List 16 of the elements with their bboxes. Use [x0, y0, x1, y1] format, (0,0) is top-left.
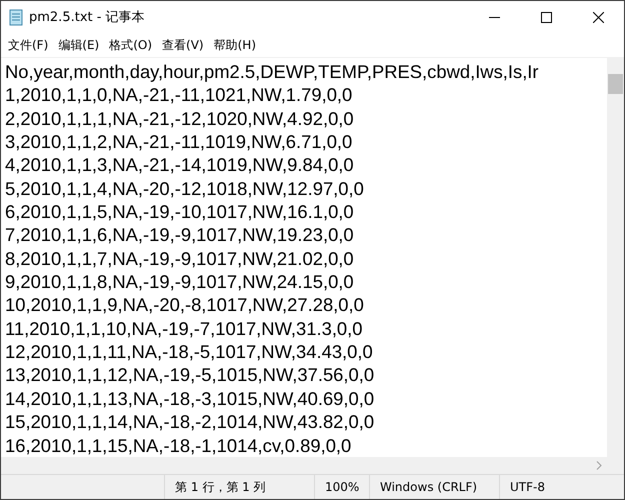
menu-item[interactable]: 编辑(E)	[53, 36, 104, 54]
zoom-level: 100%	[314, 475, 369, 499]
close-icon	[592, 12, 604, 22]
menu-item[interactable]: 查看(V)	[157, 36, 209, 54]
scroll-right-icon[interactable]	[596, 461, 602, 470]
window-title: pm2.5.txt - 记事本	[29, 9, 146, 26]
vertical-scrollbar[interactable]	[607, 58, 624, 457]
text-area[interactable]: No,year,month,day,hour,pm2.5,DEWP,TEMP,PRES,cbwd,Iws,Is,Ir 1,2010,1,1,0,NA,-21,-11,1021,NW,1.79,0,0 2,2010,1,1,1,NA,-21,-12,1020,NW,4.92,0,0 3,2010,1,1,2,NA,-21,-11,1019,NW,6.71,0,0 4,2010,1,1,3,NA,-21,-14,1019,NW,9.84,0,0 5,2010,1,1,4,NA,-20,-12,1018,NW,12.97,0,0 6,2010,1,1,5,NA,-19,-10,1017,NW,16.1,0,0 7,2010,1,1,6,NA,-19,-9,1017,NW,19.23,0,0 8,2010,1,1,7,NA,-19,-9,1017,NW,21.02,0,0 9,2010,1,1,8,NA,-19,-9,1017,NW,24.15,0,0 10,2010,1,1,9,NA,-20,-8,1017,NW,27.28,0,0 11,2010,1,1,10,NA,-19,-7,1017,NW,31.3,0,0 12,2010,1,1,11,NA,-18,-5,1017,NW,34.43,0,0 13,2010,1,1,12,NA,-19,-5,1015,NW,37.56,0,0 14,2010,1,1,13,NA,-18,-3,1015,NW,40.69,0,0 15,2010,1,1,14,NA,-18,-2,1014,NW,43.82,0,0 16,2010,1,1,15,NA,-18,-1,1014,cv,0.89,0,0	[1, 58, 607, 457]
line-ending: Windows (CRLF)	[369, 475, 499, 499]
cursor-position: 第 1 行，第 1 列	[164, 475, 314, 499]
encoding: UTF-8	[499, 475, 624, 499]
maximize-icon	[540, 12, 552, 22]
menu-item[interactable]: 文件(F)	[3, 36, 54, 54]
notepad-icon	[9, 8, 23, 26]
menu-item[interactable]: 格式(O)	[104, 36, 158, 54]
menu-item[interactable]: 帮助(H)	[208, 36, 261, 54]
